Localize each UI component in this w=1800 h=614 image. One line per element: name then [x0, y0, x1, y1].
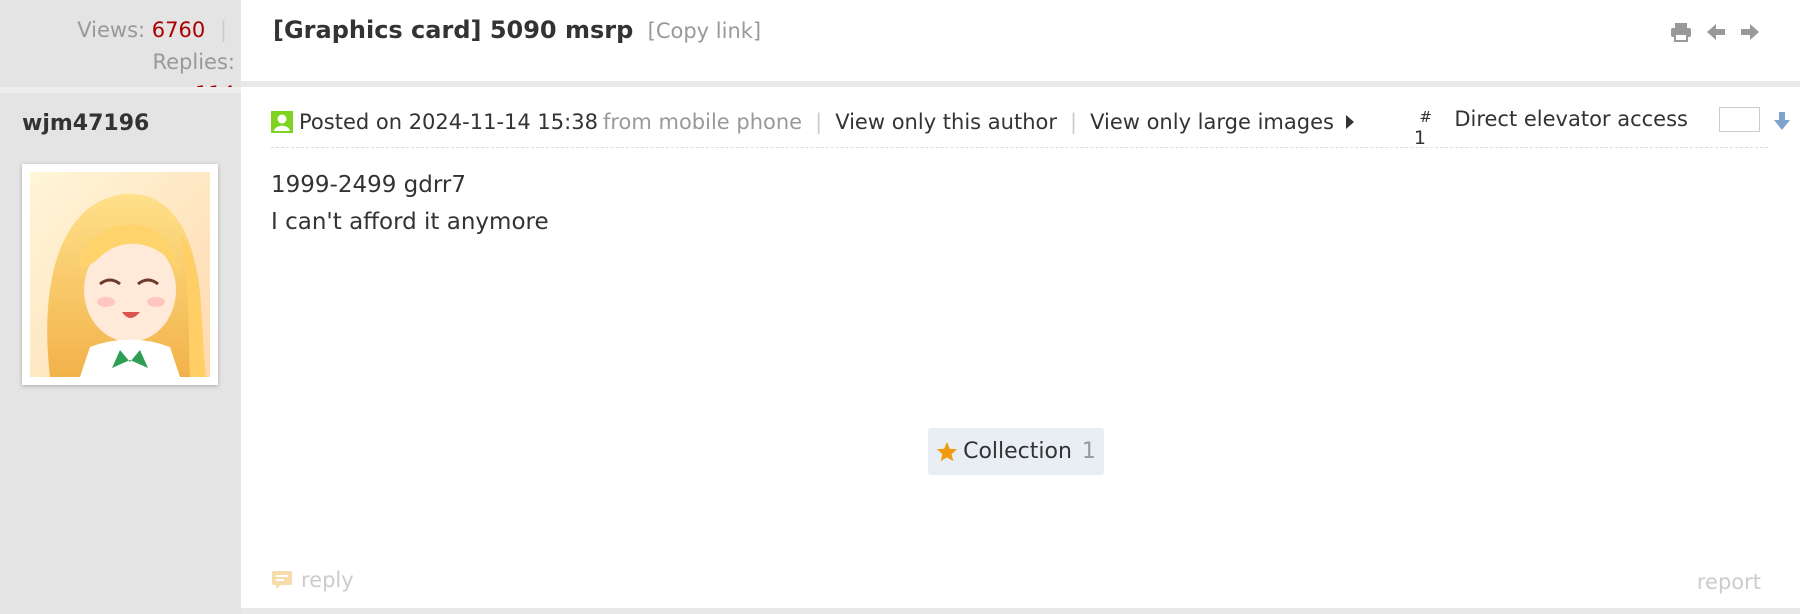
- avatar[interactable]: [22, 164, 218, 385]
- post-content: 1999-2499 gdrr7 I can't afford it anymor…: [271, 167, 549, 241]
- post-line: I can't afford it anymore: [271, 209, 549, 235]
- header-actions: [1670, 22, 1760, 42]
- page-title: [Graphics card] 5090 msrp [Copy link]: [273, 16, 761, 44]
- star-icon: [937, 441, 958, 462]
- post-source: from mobile phone: [602, 110, 803, 134]
- elevator-input[interactable]: [1719, 107, 1760, 132]
- author-username[interactable]: wjm47196: [22, 111, 149, 136]
- collection-button[interactable]: Collection 1: [928, 428, 1104, 475]
- views-label: Views:: [77, 18, 146, 42]
- post-date: Posted on 2024-11-14 15:38: [299, 110, 598, 134]
- divider: [241, 608, 1800, 614]
- floor-hash: #: [1419, 108, 1432, 126]
- post-line: 1999-2499 gdrr7: [271, 172, 467, 198]
- views-count: 6760: [151, 18, 206, 42]
- next-arrow-icon[interactable]: [1740, 22, 1760, 42]
- print-icon[interactable]: [1670, 22, 1692, 42]
- post: Posted on 2024-11-14 15:38 from mobile p…: [241, 93, 1800, 614]
- post-meta: Posted on 2024-11-14 15:38 from mobile p…: [271, 110, 1354, 134]
- previous-arrow-icon[interactable]: [1706, 22, 1726, 42]
- author-sidebar: wjm47196: [0, 87, 241, 614]
- reply-button[interactable]: reply: [271, 568, 354, 592]
- collection-label: Collection: [963, 439, 1072, 464]
- stats-separator: |: [219, 18, 227, 42]
- elevator-label: Direct elevator access: [1454, 107, 1688, 131]
- user-online-icon: [271, 111, 293, 133]
- thread-stats: Views: 6760 | Replies: 114: [0, 0, 241, 106]
- replies-label: Replies:: [152, 50, 235, 74]
- meta-separator: |: [815, 110, 823, 134]
- forum-thread: Views: 6760 | Replies: 114 [Graphics car…: [0, 0, 1800, 614]
- collection-count: 1: [1081, 439, 1096, 464]
- report-link[interactable]: report: [1697, 570, 1761, 594]
- thread-header: [Graphics card] 5090 msrp [Copy link]: [241, 0, 1800, 87]
- reply-label: reply: [301, 568, 354, 592]
- thread-title-text: [Graphics card] 5090 msrp: [273, 16, 634, 44]
- floor-number: 1: [1413, 127, 1426, 149]
- copy-link[interactable]: [Copy link]: [648, 19, 761, 43]
- view-only-author-link[interactable]: View only this author: [835, 110, 1057, 134]
- post-meta-bar: Posted on 2024-11-14 15:38 from mobile p…: [271, 93, 1790, 149]
- view-large-images-link[interactable]: View only large images: [1090, 110, 1334, 134]
- go-down-arrow-icon[interactable]: [1774, 111, 1790, 135]
- meta-separator: |: [1070, 110, 1078, 134]
- reply-icon: [272, 571, 292, 589]
- triangle-right-icon[interactable]: [1345, 115, 1354, 129]
